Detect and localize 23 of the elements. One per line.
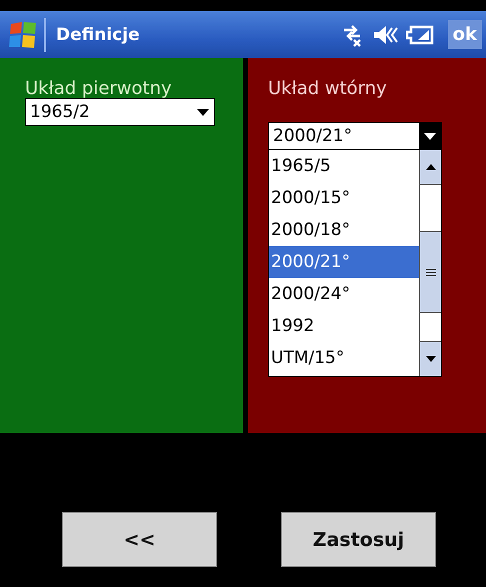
dropdown-field[interactable]: 1965/2	[25, 98, 215, 126]
action-button[interactable]: Zastosuj	[281, 512, 436, 567]
list-item[interactable]: 2000/18°	[269, 214, 419, 246]
list-item[interactable]: 2000/15°	[269, 182, 419, 214]
list-item[interactable]: 1965/5	[269, 150, 419, 182]
battery-icon[interactable]	[406, 24, 434, 44]
start-logo-icon[interactable]	[8, 20, 38, 50]
panel-label: Układ wtórny	[268, 78, 387, 99]
list-item[interactable]: 1992	[269, 310, 419, 342]
list-item[interactable]: UTM/15°	[269, 342, 419, 374]
scroll-up-icon[interactable]	[426, 164, 436, 170]
speaker-icon[interactable]	[372, 24, 398, 46]
window-title: Definicje	[56, 24, 140, 44]
panel-label: Układ pierwotny	[25, 78, 172, 99]
grip-icon	[426, 268, 436, 276]
scroll-bar[interactable]	[419, 150, 441, 376]
scroll-down-icon[interactable]	[426, 356, 436, 362]
action-button[interactable]: <<	[62, 512, 217, 567]
dropdown-field[interactable]: 2000/21°	[268, 122, 442, 150]
list-item[interactable]: 2000/24°	[269, 278, 419, 310]
dropdown-arrow-icon	[424, 132, 436, 140]
list-item[interactable]: 2000/21°	[269, 246, 419, 278]
dropdown-arrow-icon	[197, 108, 209, 116]
